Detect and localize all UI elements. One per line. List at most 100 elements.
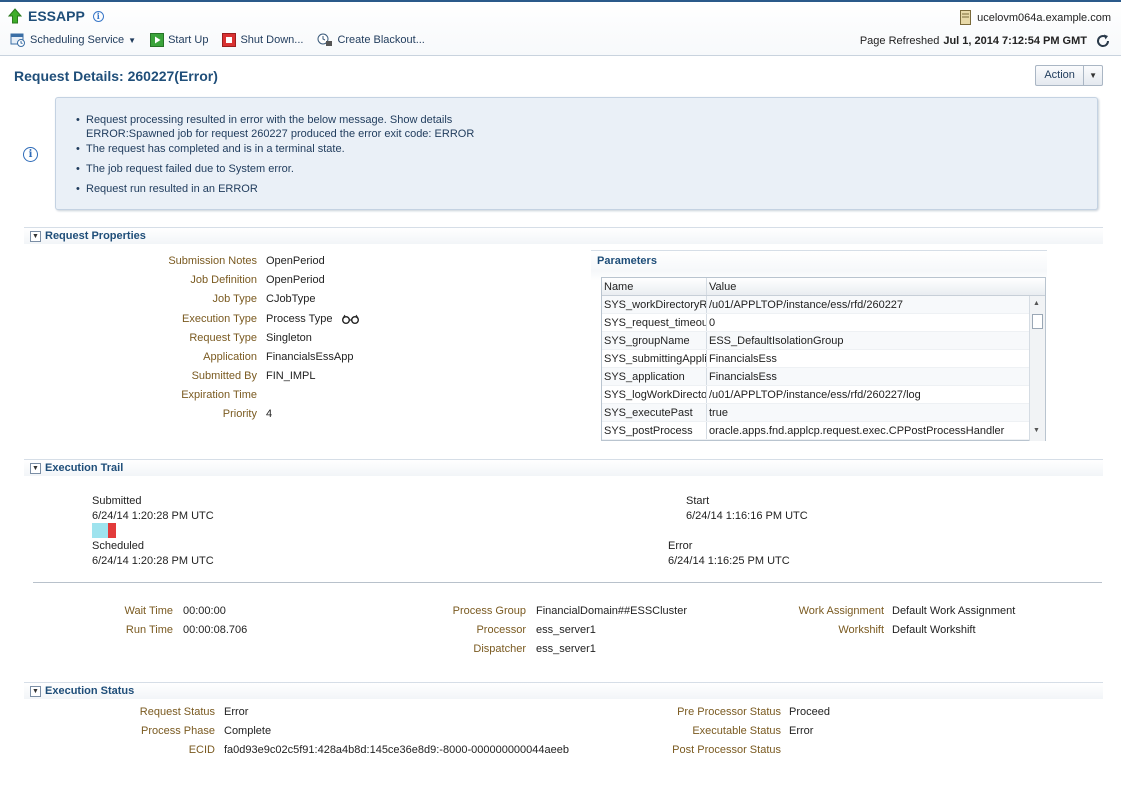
page-title: Request Details: 260227(Error) <box>14 68 218 84</box>
field-label: Request Status <box>139 706 215 718</box>
field-label: Processor <box>476 624 526 636</box>
start-up-button[interactable]: Start Up <box>150 33 208 47</box>
table-row[interactable]: SYS_application FinancialsEss <box>602 368 1045 386</box>
request-properties-header[interactable]: ▼ Request Properties <box>24 227 1103 244</box>
start-up-label: Start Up <box>168 34 209 46</box>
execution-timeline-bar <box>92 523 116 538</box>
page-refreshed-label: Page Refreshed <box>859 35 940 47</box>
field-label: Executable Status <box>692 725 781 737</box>
scheduled-time: 6/24/14 1:20:28 PM UTC <box>92 555 214 567</box>
section-title: Request Properties <box>45 230 146 242</box>
collapse-icon[interactable]: ▼ <box>30 230 41 242</box>
refresh-icon[interactable] <box>1095 33 1111 49</box>
scroll-down-icon[interactable]: ▼ <box>1033 427 1040 434</box>
param-name: SYS_workDirectoryRoot <box>602 296 707 313</box>
field-label: Job Definition <box>190 274 257 286</box>
info-icon: i <box>23 147 38 162</box>
submitted-time: 6/24/14 1:20:28 PM UTC <box>92 510 214 522</box>
show-details-link[interactable]: Show details <box>390 114 452 126</box>
field-value: Process Type <box>266 313 333 325</box>
shut-down-label: Shut Down... <box>240 34 304 46</box>
action-label: Action <box>1036 66 1085 85</box>
field-value: fa0d93e9c02c5f91:428a4b8d:145ce36e8d9:-8… <box>224 744 569 756</box>
table-row[interactable]: SYS_logWorkDirectory /u01/APPLTOP/instan… <box>602 386 1045 404</box>
field-label: Job Type <box>212 293 257 305</box>
page-refreshed-time: Jul 1, 2014 7:12:54 PM GMT <box>943 35 1087 47</box>
field-value: Proceed <box>789 706 830 718</box>
shut-down-button[interactable]: Shut Down... <box>222 33 303 47</box>
collapse-icon[interactable]: ▼ <box>30 685 41 697</box>
field-value: Complete <box>224 725 272 737</box>
parameters-title: Parameters <box>597 255 657 267</box>
message-text: The request has completed and is in a te… <box>86 143 345 155</box>
glasses-icon[interactable] <box>342 314 359 325</box>
parameters-table: Name Value SYS_workDirectoryRoot /u01/AP… <box>601 277 1046 441</box>
param-name: SYS_request_timeout <box>602 314 707 331</box>
message-line: • Request processing resulted in error wi… <box>76 114 453 126</box>
field-value: ess_server1 <box>536 643 596 655</box>
submitted-label: Submitted <box>92 495 142 507</box>
server-icon <box>960 10 972 25</box>
scheduling-service-label: Scheduling Service <box>30 34 125 46</box>
param-name: SYS_submittingApplication <box>602 350 707 367</box>
error-time: 6/24/14 1:16:25 PM UTC <box>668 555 790 567</box>
field-label: Work Assignment <box>798 605 884 617</box>
table-header: Name Value <box>602 278 1045 296</box>
field-label: Submitted By <box>191 370 257 382</box>
execution-status-header[interactable]: ▼ Execution Status <box>24 682 1103 699</box>
app-name[interactable]: ESSAPP <box>28 8 85 24</box>
execution-trail-header[interactable]: ▼ Execution Trail <box>24 459 1103 476</box>
param-name: SYS_postProcess <box>602 422 707 439</box>
parameters-scrollbar[interactable]: ▲ ▼ <box>1029 296 1045 441</box>
message-text: Request run resulted in an ERROR <box>86 183 258 195</box>
table-row[interactable]: SYS_workDirectoryRoot /u01/APPLTOP/insta… <box>602 296 1045 314</box>
param-name: SYS_executePast <box>602 404 707 421</box>
param-value: /u01/APPLTOP/instance/ess/rfd/260227/log <box>709 389 921 401</box>
field-label: Request Type <box>189 332 257 344</box>
section-title: Execution Trail <box>45 462 124 474</box>
column-header-name[interactable]: Name <box>602 278 707 295</box>
field-value: 00:00:08.706 <box>183 624 248 636</box>
field-value: 4 <box>266 408 273 420</box>
scheduling-service-icon <box>10 33 25 47</box>
collapse-icon[interactable]: ▼ <box>30 462 41 474</box>
field-value: Error <box>789 725 814 737</box>
field-value: Singleton <box>266 332 312 344</box>
column-header-value[interactable]: Value <box>707 278 1029 295</box>
start-time: 6/24/14 1:16:16 PM UTC <box>686 510 808 522</box>
field-label: Process Group <box>452 605 526 617</box>
info-icon[interactable]: i <box>92 10 104 22</box>
host-name: ucelovm064a.example.com <box>977 11 1111 24</box>
chevron-down-icon: ▼ <box>1089 71 1098 80</box>
table-row[interactable]: SYS_executePast true <box>602 404 1045 422</box>
table-row[interactable]: SYS_submittingApplication FinancialsEss <box>602 350 1045 368</box>
action-menu-button[interactable]: Action ▼ <box>1035 65 1103 86</box>
scroll-thumb[interactable] <box>1032 314 1043 329</box>
scroll-up-icon[interactable]: ▲ <box>1033 300 1040 307</box>
table-row[interactable]: SYS_request_timeout 0 <box>602 314 1045 332</box>
table-row[interactable]: SYS_postProcess oracle.apps.fnd.applcp.r… <box>602 422 1045 440</box>
field-value: FinancialDomain##ESSCluster <box>536 605 688 617</box>
field-label: Priority <box>222 408 257 420</box>
create-blackout-button[interactable]: Create Blackout... <box>317 33 425 47</box>
field-label: Pre Processor Status <box>677 706 781 718</box>
error-segment <box>108 523 116 538</box>
header-bar: ESSAPP i Scheduling Service ▼ Start Up S… <box>0 0 1121 56</box>
param-name: SYS_logWorkDirectory <box>602 386 707 403</box>
param-value: 0 <box>709 317 716 329</box>
section-title: Execution Status <box>45 685 135 697</box>
scheduling-service-menu[interactable]: Scheduling Service ▼ <box>10 33 136 47</box>
start-label: Start <box>686 495 710 507</box>
param-value: oracle.apps.fnd.applcp.request.exec.CPPo… <box>709 425 1005 437</box>
table-body: SYS_workDirectoryRoot /u01/APPLTOP/insta… <box>602 296 1045 440</box>
toolbar: Scheduling Service ▼ Start Up Shut Down.… <box>10 33 439 47</box>
field-value: OpenPeriod <box>266 255 325 267</box>
param-value: FinancialsEss <box>709 353 777 365</box>
field-value: Default Workshift <box>892 624 976 636</box>
table-row[interactable]: SYS_groupName ESS_DefaultIsolationGroup <box>602 332 1045 350</box>
start-icon <box>150 33 165 47</box>
scheduled-label: Scheduled <box>92 540 144 552</box>
message-line: • The job request failed due to System er… <box>76 163 294 175</box>
param-value: FinancialsEss <box>709 371 777 383</box>
param-value: true <box>709 407 728 419</box>
